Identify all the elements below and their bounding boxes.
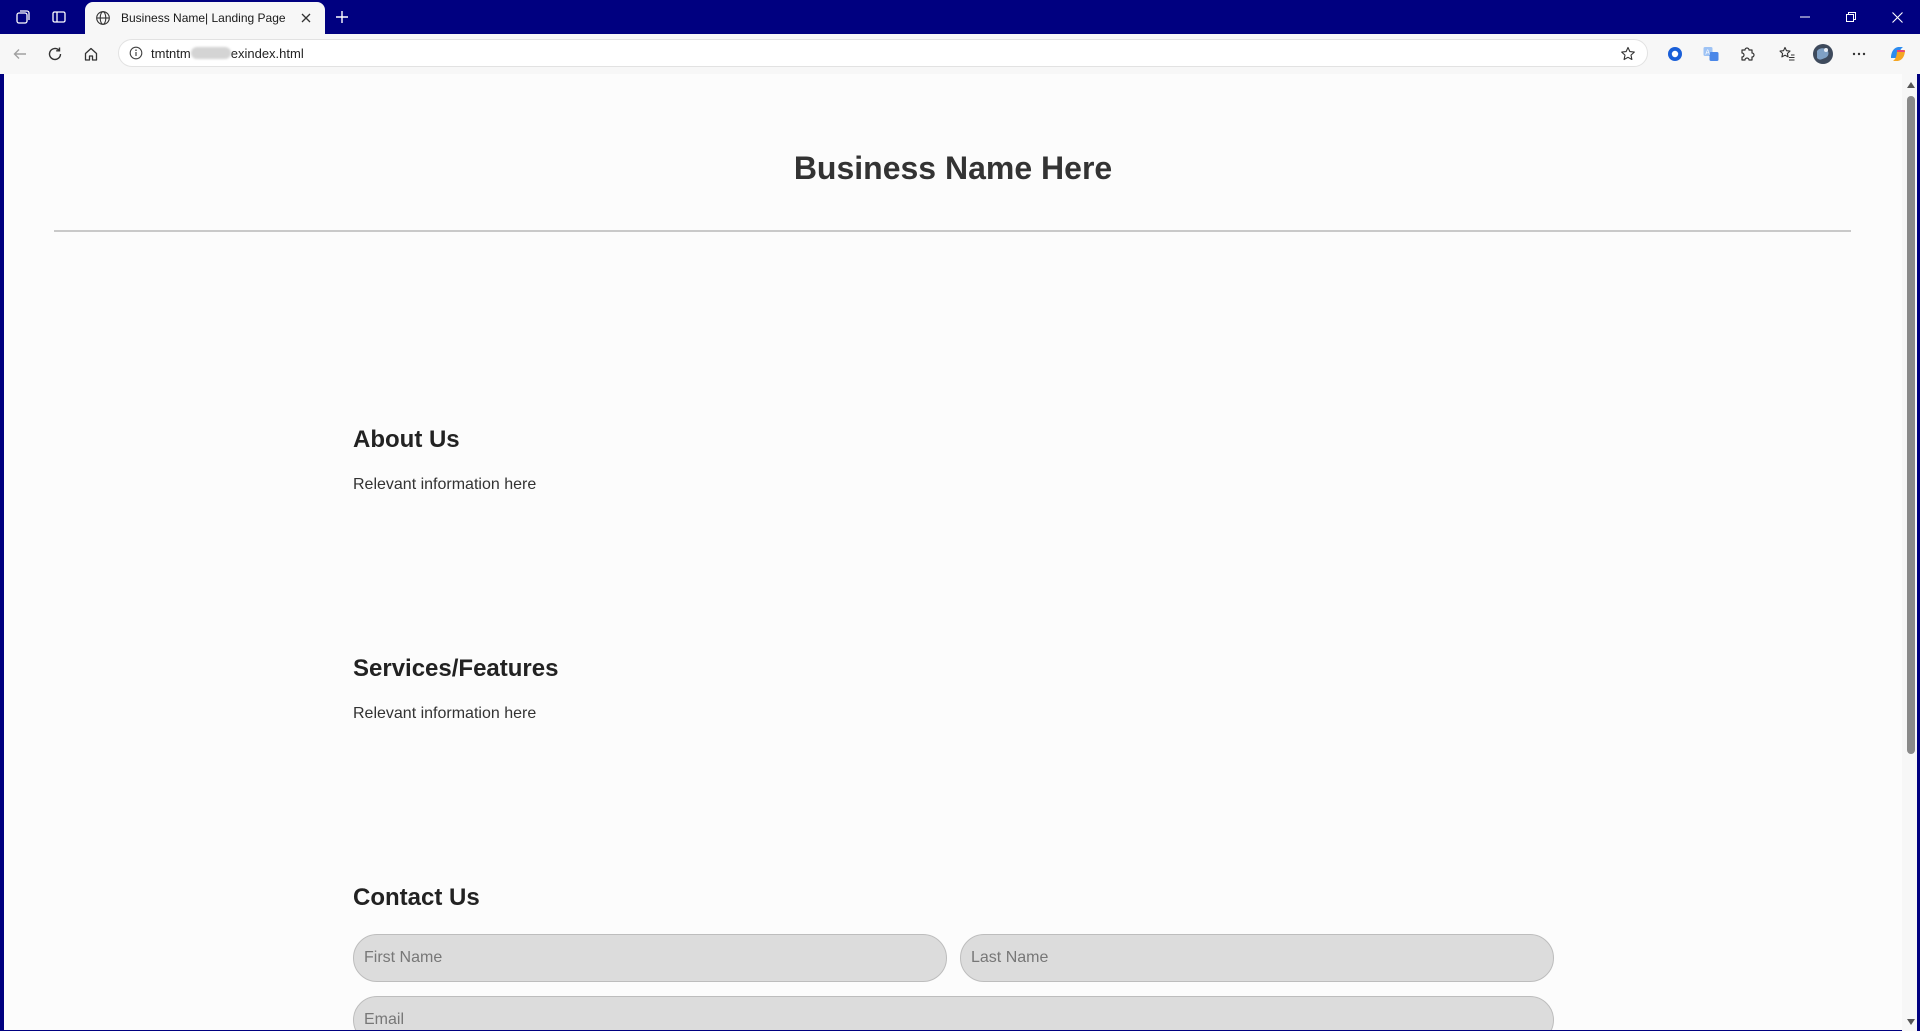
page-viewport: Business Name Here About Us Relevant inf… (4, 74, 1902, 1030)
scroll-down-icon[interactable] (1906, 1017, 1916, 1027)
puzzle-icon[interactable] (1735, 42, 1759, 66)
email-field[interactable] (353, 996, 1554, 1030)
services-body: Relevant information here (353, 705, 537, 722)
contact-heading: Contact Us (353, 884, 480, 911)
about-body: Relevant information here (353, 476, 537, 493)
first-name-field[interactable] (353, 934, 947, 982)
add-favorite-button[interactable] (1617, 43, 1639, 65)
translate-icon[interactable]: A (1699, 42, 1723, 66)
page-title: Business Name Here (793, 150, 1113, 186)
plus-icon (335, 10, 349, 24)
redacted-url-segment (190, 46, 231, 59)
browser-toolbar: tmtntm exindex.html A (0, 34, 1920, 74)
restore-icon (1846, 12, 1856, 22)
minimize-button[interactable] (1782, 0, 1828, 34)
url-suffix: exindex.html (230, 45, 304, 61)
more-icon[interactable] (1847, 42, 1871, 66)
home-button[interactable] (79, 42, 103, 66)
header-divider (54, 230, 1851, 232)
refresh-button[interactable] (43, 42, 67, 66)
circle-extension-icon[interactable] (1663, 42, 1687, 66)
globe-icon (95, 10, 111, 26)
close-icon[interactable] (297, 9, 315, 27)
copilot-icon[interactable] (1886, 42, 1910, 66)
url-prefix: tmtntm (151, 45, 191, 61)
workspaces-icon[interactable] (13, 7, 33, 27)
refresh-icon (47, 46, 63, 62)
scroll-up-icon[interactable] (1906, 80, 1916, 90)
address-bar[interactable]: tmtntm exindex.html (118, 39, 1648, 67)
about-section: About Us Relevant information here (353, 426, 1553, 494)
home-icon (83, 46, 99, 62)
close-icon (1891, 11, 1903, 23)
last-name-field[interactable] (960, 934, 1554, 982)
restore-button[interactable] (1828, 0, 1874, 34)
favorites-icon[interactable] (1775, 42, 1799, 66)
svg-text:A: A (1705, 49, 1710, 57)
tab-actions-icon[interactable] (49, 7, 69, 27)
url-text[interactable]: tmtntm exindex.html (151, 46, 304, 61)
browser-titlebar: Business Name| Landing Page (0, 0, 1920, 34)
contact-section: Contact Us (353, 884, 1553, 912)
about-heading: About Us (353, 426, 460, 453)
scrollbar-thumb[interactable] (1907, 96, 1915, 754)
page-header: Business Name Here (4, 74, 1902, 232)
back-arrow-icon (12, 46, 28, 62)
tab-active[interactable]: Business Name| Landing Page (85, 2, 325, 34)
tab-title: Business Name| Landing Page (121, 11, 286, 25)
minimize-icon (1800, 12, 1810, 22)
new-tab-button[interactable] (331, 6, 353, 28)
services-section: Services/Features Relevant information h… (353, 655, 1553, 723)
star-icon (1620, 46, 1636, 62)
avatar[interactable] (1811, 42, 1835, 66)
back-button[interactable] (8, 42, 32, 66)
info-icon[interactable] (129, 46, 143, 60)
services-heading: Services/Features (353, 655, 559, 682)
close-window-button[interactable] (1874, 0, 1920, 34)
